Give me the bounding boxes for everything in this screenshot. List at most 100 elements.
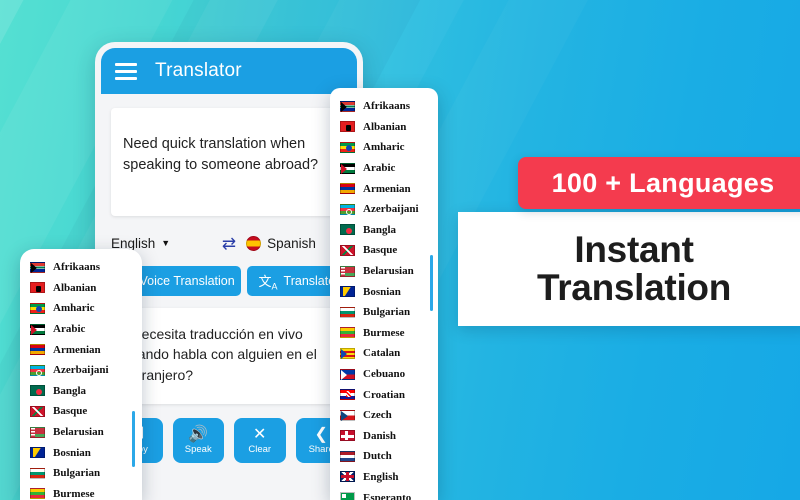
armenian-flag-icon <box>340 183 355 195</box>
language-name: Albanian <box>363 120 407 133</box>
language-list-item[interactable]: Amharic <box>330 137 438 158</box>
language-dropdown-right[interactable]: Afrikaans Albanian Amharic Arabic Armenian Az… <box>330 88 438 500</box>
language-list-item[interactable]: Albanian <box>20 278 142 299</box>
english-flag-icon <box>340 471 355 483</box>
language-list-item[interactable]: Amharic <box>20 298 142 319</box>
swap-languages-icon[interactable]: ⇄ <box>218 235 240 252</box>
language-name: Afrikaans <box>53 261 101 274</box>
language-list-item[interactable]: Burmese <box>20 484 142 500</box>
share-icon: ❮ <box>314 425 328 443</box>
language-list[interactable]: Afrikaans Albanian Amharic Arabic Armenian Az… <box>330 88 438 500</box>
bulgarian-flag-icon <box>340 306 355 318</box>
spain-flag-icon <box>246 235 262 251</box>
language-list-item[interactable]: Arabic <box>20 319 142 340</box>
language-name: Bangla <box>53 384 87 397</box>
language-list-item[interactable]: Basque <box>20 401 142 422</box>
promo-headline: Instant Translation <box>458 212 800 326</box>
language-name: Croatian <box>363 388 405 401</box>
translation-output-card: ¿Necesita traducción en vivo cuando habl… <box>111 308 347 404</box>
translate-button-row: 🎙 Voice Translation 文A Translate <box>111 266 347 296</box>
language-list-item[interactable]: Bosnian <box>330 281 438 302</box>
language-list-item[interactable]: Azerbaijani <box>20 360 142 381</box>
afrikaans-flag-icon <box>30 261 45 273</box>
azerbaijani-flag-icon <box>340 203 355 215</box>
albanian-flag-icon <box>340 121 355 133</box>
language-name: Czech <box>363 409 392 422</box>
language-list-item[interactable]: Danish <box>330 426 438 447</box>
action-button-row: ❐ Copy 🔊 Speak ✕ Clear ❮ Share <box>111 418 347 463</box>
voice-translation-label: Voice Translation <box>139 274 235 288</box>
app-title: Translator <box>155 60 242 81</box>
language-selector-row: English ▼ ⇄ Spanish <box>111 230 347 256</box>
source-text-card[interactable]: Need quick translation when speaking to … <box>111 108 347 216</box>
language-name: Arabic <box>53 323 86 336</box>
language-list-item[interactable]: Albanian <box>330 117 438 138</box>
source-text: Need quick translation when speaking to … <box>123 136 319 173</box>
scrollbar-thumb[interactable] <box>132 411 135 467</box>
bosnian-flag-icon <box>340 286 355 298</box>
language-name: Arabic <box>363 162 396 175</box>
language-list-item[interactable]: Armenian <box>330 178 438 199</box>
language-list-item[interactable]: Czech <box>330 405 438 426</box>
language-list[interactable]: Afrikaans Albanian Amharic Arabic Armenian Az… <box>20 249 142 500</box>
language-list-item[interactable]: English <box>330 467 438 488</box>
target-language-label: Spanish <box>267 235 316 251</box>
language-list-item[interactable]: Catalan <box>330 343 438 364</box>
hamburger-menu-icon[interactable] <box>115 62 137 80</box>
language-name: Bosnian <box>53 446 91 459</box>
language-list-item[interactable]: Belarusian <box>330 261 438 282</box>
language-list-item[interactable]: Belarusian <box>20 422 142 443</box>
language-list-item[interactable]: Afrikaans <box>330 96 438 117</box>
language-name: Basque <box>363 244 398 257</box>
language-list-item[interactable]: Bulgarian <box>330 302 438 323</box>
language-name: Danish <box>363 429 397 442</box>
language-name: Armenian <box>363 182 411 195</box>
speak-button[interactable]: 🔊 Speak <box>172 418 224 463</box>
languages-count-badge: 100 + Languages <box>518 157 800 209</box>
belarusian-flag-icon <box>30 426 45 438</box>
clear-button[interactable]: ✕ Clear <box>234 418 286 463</box>
esperanto-flag-icon <box>340 492 355 500</box>
language-name: Burmese <box>53 487 95 500</box>
language-list-item[interactable]: Croatian <box>330 384 438 405</box>
language-name: Armenian <box>53 343 101 356</box>
language-list-item[interactable]: Cebuano <box>330 364 438 385</box>
language-list-item[interactable]: Basque <box>330 240 438 261</box>
app-bar: Translator <box>101 48 357 94</box>
language-list-item[interactable]: Esperanto <box>330 487 438 500</box>
language-name: Basque <box>53 405 88 418</box>
language-list-item[interactable]: Bangla <box>20 381 142 402</box>
language-name: Esperanto <box>363 491 412 500</box>
language-list-item[interactable]: Burmese <box>330 323 438 344</box>
speak-label: Speak <box>184 443 212 455</box>
language-list-item[interactable]: Dutch <box>330 446 438 467</box>
language-list-item[interactable]: Bosnian <box>20 442 142 463</box>
speaker-icon: 🔊 <box>188 425 209 443</box>
scrollbar-thumb[interactable] <box>430 255 433 311</box>
catalan-flag-icon <box>340 347 355 359</box>
croatian-flag-icon <box>340 389 355 401</box>
language-list-item[interactable]: Afrikaans <box>20 257 142 278</box>
czech-flag-icon <box>340 409 355 421</box>
language-name: Azerbaijani <box>53 364 109 377</box>
language-name: Albanian <box>53 281 97 294</box>
language-name: Burmese <box>363 326 405 339</box>
language-list-item[interactable]: Bulgarian <box>20 463 142 484</box>
clear-label: Clear <box>248 443 272 455</box>
language-list-item[interactable]: Bangla <box>330 220 438 241</box>
language-name: Cebuano <box>363 368 406 381</box>
language-list-item[interactable]: Armenian <box>20 339 142 360</box>
translate-label: Translate <box>283 274 336 288</box>
burmese-flag-icon <box>340 327 355 339</box>
language-name: Afrikaans <box>363 100 411 113</box>
afrikaans-flag-icon <box>340 100 355 112</box>
danish-flag-icon <box>340 430 355 442</box>
language-dropdown-left[interactable]: Afrikaans Albanian Amharic Arabic Armenian Az… <box>20 249 142 500</box>
language-list-item[interactable]: Arabic <box>330 158 438 179</box>
azerbaijani-flag-icon <box>30 364 45 376</box>
belarusian-flag-icon <box>340 265 355 277</box>
basque-flag-icon <box>30 405 45 417</box>
language-list-item[interactable]: Azerbaijani <box>330 199 438 220</box>
language-name: Catalan <box>363 347 401 360</box>
promo-headline-line2: Translation <box>536 267 732 308</box>
